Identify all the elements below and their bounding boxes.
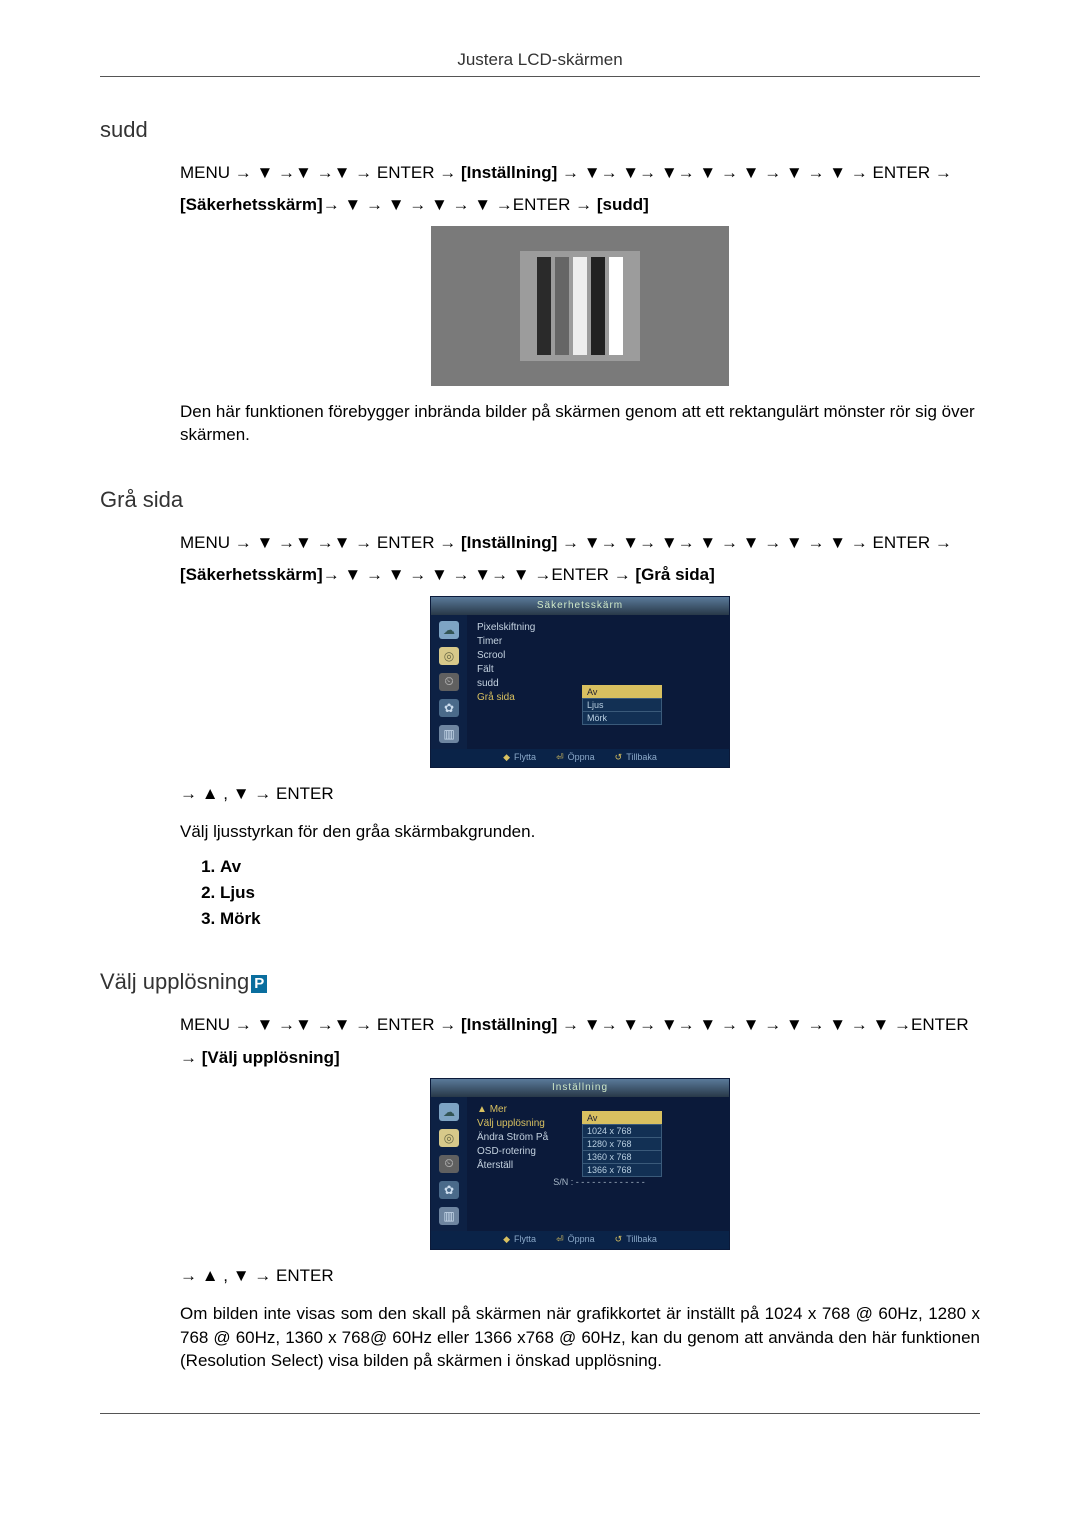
p-badge-icon: P bbox=[251, 975, 267, 993]
grasida-description: Välj ljusstyrkan för den gråa skärmbakgr… bbox=[180, 820, 980, 844]
footer-divider bbox=[100, 1413, 980, 1414]
list-item: Ljus bbox=[220, 883, 980, 903]
nav-menu: MENU bbox=[180, 163, 230, 182]
osd-footer: Flytta Öppna Tillbaka bbox=[431, 1231, 729, 1249]
osd-icon-tone: ◎ bbox=[439, 1129, 459, 1147]
section-title-valj: Välj upplösningP bbox=[100, 969, 980, 995]
nav-sakerhetsskarm-tag: [Säkerhetsskärm] bbox=[180, 565, 323, 584]
section-title-grasida: Grå sida bbox=[100, 487, 980, 513]
osd-icon-tone: ◎ bbox=[439, 647, 459, 665]
nav-enter: ENTER bbox=[872, 533, 930, 552]
pattern-bar bbox=[591, 257, 605, 355]
osd-option: 1024 x 768 bbox=[582, 1124, 662, 1138]
pattern-bar bbox=[573, 257, 587, 355]
nav-menu: MENU bbox=[180, 533, 230, 552]
osd-icon-multi: ▥ bbox=[439, 1207, 459, 1225]
osd-title: Inställning bbox=[431, 1079, 729, 1097]
nav-grasida-tag: [Grå sida] bbox=[635, 565, 714, 584]
osd-sn: S/N : - - - - - - - - - - - - - bbox=[477, 1177, 721, 1187]
osd-icon-settings: ✿ bbox=[439, 699, 459, 717]
osd-option: 1360 x 768 bbox=[582, 1150, 662, 1164]
osd-content: Pixelskiftning Timer Scrool Fält sudd Gr… bbox=[467, 615, 729, 749]
osd-item: Pixelskiftning bbox=[477, 621, 721, 635]
nav-sakerhetsskarm-tag: [Säkerhetsskärm] bbox=[180, 195, 323, 214]
osd-title: Säkerhetsskärm bbox=[431, 597, 729, 615]
osd-sn-value: - - - - - - - - - - - - - bbox=[576, 1177, 645, 1187]
osd-icon-clock: ⏲ bbox=[439, 1155, 459, 1173]
osd-sidebar: ☁ ◎ ⏲ ✿ ▥ bbox=[431, 1097, 467, 1231]
list-item: Av bbox=[220, 857, 980, 877]
osd-footer: Flytta Öppna Tillbaka bbox=[431, 749, 729, 767]
screenshot-sudd-pattern bbox=[431, 226, 729, 386]
osd-icon-settings: ✿ bbox=[439, 1181, 459, 1199]
nav-path-valj: MENU → ▼ →▼ →▼ → ENTER → [Inställning] →… bbox=[180, 1009, 980, 1074]
nav-enter: ENTER bbox=[377, 1015, 435, 1034]
osd-options: Av 1024 x 768 1280 x 768 1360 x 768 1366… bbox=[582, 1111, 662, 1176]
osd-sn-label: S/N : bbox=[553, 1177, 573, 1187]
section-title-valj-text: Välj upplösning bbox=[100, 969, 249, 994]
osd-option: 1366 x 768 bbox=[582, 1163, 662, 1177]
pattern-bars bbox=[520, 251, 640, 361]
osd-footer-open: Öppna bbox=[556, 752, 595, 763]
page-header-title: Justera LCD-skärmen bbox=[100, 50, 980, 70]
osd-icon-clock: ⏲ bbox=[439, 673, 459, 691]
nav-path-grasida: MENU → ▼ →▼ →▼ → ENTER → [Inställning] →… bbox=[180, 527, 980, 592]
nav-installning-tag: [Inställning] bbox=[461, 163, 557, 182]
valj-post-nav: → ▲ , ▼ → ENTER bbox=[180, 1264, 980, 1288]
osd-sidebar: ☁ ◎ ⏲ ✿ ▥ bbox=[431, 615, 467, 749]
osd-footer-back: Tillbaka bbox=[615, 752, 657, 763]
list-item: Mörk bbox=[220, 909, 980, 929]
pattern-bar bbox=[537, 257, 551, 355]
grasida-post-nav: → ▲ , ▼ → ENTER bbox=[180, 782, 980, 806]
pattern-bar bbox=[555, 257, 569, 355]
osd-panel-grasida: Säkerhetsskärm ☁ ◎ ⏲ ✿ ▥ Pixelskiftning … bbox=[430, 596, 730, 768]
nav-path-sudd: MENU → ▼ →▼ →▼ → ENTER → [Inställning] →… bbox=[180, 157, 980, 222]
nav-enter: ENTER bbox=[377, 533, 435, 552]
osd-option: 1280 x 768 bbox=[582, 1137, 662, 1151]
pattern-bar bbox=[609, 257, 623, 355]
osd-footer-back: Tillbaka bbox=[615, 1234, 657, 1245]
nav-sudd-tag: [sudd] bbox=[597, 195, 649, 214]
nav-installning-tag: [Inställning] bbox=[461, 1015, 557, 1034]
osd-icon-picture: ☁ bbox=[439, 1103, 459, 1121]
osd-item: Fält bbox=[477, 663, 721, 677]
osd-item: Scrool bbox=[477, 649, 721, 663]
osd-icon-multi: ▥ bbox=[439, 725, 459, 743]
nav-enter: ENTER bbox=[513, 195, 571, 214]
osd-footer-open: Öppna bbox=[556, 1234, 595, 1245]
sudd-description: Den här funktionen förebygger inbrända b… bbox=[180, 400, 980, 448]
osd-footer-move: Flytta bbox=[503, 752, 536, 763]
osd-footer-move: Flytta bbox=[503, 1234, 536, 1245]
osd-options: Av Ljus Mörk bbox=[582, 685, 662, 724]
section-title-sudd: sudd bbox=[100, 117, 980, 143]
nav-menu: MENU bbox=[180, 1015, 230, 1034]
valj-description: Om bilden inte visas som den skall på sk… bbox=[180, 1302, 980, 1373]
osd-option-selected: Av bbox=[582, 1111, 662, 1125]
nav-enter: ENTER bbox=[551, 565, 609, 584]
nav-enter: ENTER bbox=[872, 163, 930, 182]
nav-enter: ENTER bbox=[377, 163, 435, 182]
osd-item: Timer bbox=[477, 635, 721, 649]
osd-panel-valj: Inställning ☁ ◎ ⏲ ✿ ▥ Mer Välj upplösnin… bbox=[430, 1078, 730, 1250]
osd-option: Ljus bbox=[582, 698, 662, 712]
osd-icon-picture: ☁ bbox=[439, 621, 459, 639]
nav-valj-tag: [Välj upplösning] bbox=[202, 1048, 340, 1067]
osd-content: Mer Välj upplösning Ändra Ström På OSD-r… bbox=[467, 1097, 729, 1231]
header-divider bbox=[100, 76, 980, 77]
osd-option: Mörk bbox=[582, 711, 662, 725]
nav-installning-tag: [Inställning] bbox=[461, 533, 557, 552]
nav-enter: ENTER bbox=[911, 1015, 969, 1034]
grasida-option-list: Av Ljus Mörk bbox=[220, 857, 980, 929]
osd-option-selected: Av bbox=[582, 685, 662, 699]
